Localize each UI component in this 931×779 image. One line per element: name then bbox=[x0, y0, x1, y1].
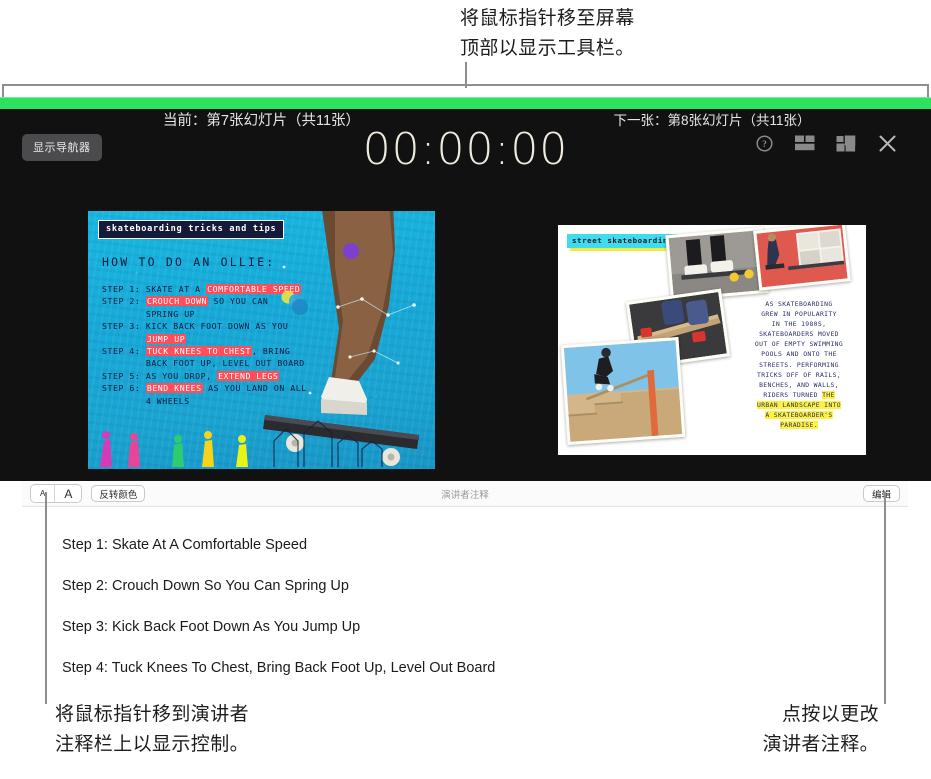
presenter-toolbar-icons: ? bbox=[754, 133, 897, 153]
current-slide-heading: HOW TO DO AN OLLIE: bbox=[102, 255, 276, 269]
presenter-notes-line: Step 3: Kick Back Foot Down As You Jump … bbox=[62, 619, 361, 635]
next-slide-body-text: AS SKATEBOARDING GREW IN POPULARITY IN THE… bbox=[740, 299, 858, 430]
presenter-notes-line: Step 1: Skate At A Comfortable Speed bbox=[62, 537, 308, 553]
next-slide-body-line: TRICKS OFF OF RAILS, bbox=[757, 370, 841, 379]
current-slide-step-line: BACK FOOT UP, LEVEL OUT BOARD bbox=[145, 358, 305, 369]
current-slide-step-line: STEP 5: AS YOU DROP, EXTEND LEGS bbox=[102, 370, 280, 381]
next-slide-body-line: STREETS. PERFORMING bbox=[759, 360, 839, 369]
next-slide-body-line: URBAN LANDSCAPE INTO bbox=[757, 400, 841, 409]
callout-bottom-left-line-1: 将鼠标指针移到演讲者 bbox=[55, 704, 250, 725]
layout-icon[interactable] bbox=[795, 133, 815, 153]
presenter-notes-title: 演讲者注释 bbox=[441, 490, 489, 501]
callout-bottom-right-leader bbox=[884, 492, 886, 704]
callout-top-bracket bbox=[2, 84, 929, 86]
next-slide-title: street skateboarding bbox=[567, 234, 678, 248]
next-slide-body-line: AS SKATEBOARDING bbox=[765, 300, 833, 308]
increase-font-size-button[interactable]: A bbox=[55, 485, 82, 502]
current-slide-step-line: JUMP UP bbox=[145, 333, 187, 344]
next-slide-body-line: PARADISE. bbox=[780, 421, 818, 430]
presenter-display-screen: 显示导航器 00:00:00 ? 当前：第7张幻灯片（共11张） 下一张：第8张… bbox=[0, 109, 931, 481]
callout-bottom-right: 点按以更改 演讲者注释。 bbox=[559, 700, 879, 760]
current-slide-step-line: STEP 3: KICK BACK FOOT DOWN AS YOU bbox=[102, 321, 289, 332]
presenter-notes-panel[interactable]: A A 反转颜色 演讲者注释 编辑 Step 1: Skate At A Com… bbox=[22, 481, 908, 675]
current-slide-title: skateboarding tricks and tips bbox=[98, 220, 285, 239]
current-slide-step-line: SPRING UP bbox=[145, 308, 196, 319]
callout-top: 将鼠标指针移至屏幕 顶部以显示工具栏。 bbox=[460, 4, 880, 64]
callout-bottom-right-line-2: 演讲者注释。 bbox=[762, 734, 879, 755]
next-slide-body-line: IN THE 1980S, bbox=[771, 320, 827, 329]
callout-bottom-right-line-1: 点按以更改 bbox=[781, 704, 879, 725]
decrease-font-size-button[interactable]: A bbox=[31, 485, 56, 502]
next-slide-body-line: SKATEBOARDERS MOVED bbox=[759, 330, 839, 339]
current-slide-step-line: STEP 1: SKATE AT A COMFORTABLE SPEED bbox=[102, 284, 302, 294]
next-slide-label: 下一张：第8张幻灯片（共11张） bbox=[613, 113, 811, 128]
green-accent-bar bbox=[0, 97, 931, 109]
next-slide-body-line: POOLS AND ONTO THE bbox=[761, 350, 837, 359]
callout-bottom-left: 将鼠标指针移到演讲者 注释栏上以显示控制。 bbox=[55, 700, 385, 760]
next-slide-body-line: RIDERS TURNED THE bbox=[763, 390, 835, 399]
next-slide-thumbnail[interactable]: street skateboarding AS SKATEBOARDING GR… bbox=[558, 225, 866, 455]
font-size-segmented-control: A A bbox=[30, 484, 83, 503]
callout-top-bracket-tick-right bbox=[927, 84, 929, 97]
edit-notes-button[interactable]: 编辑 bbox=[862, 485, 900, 502]
current-slide-thumbnail[interactable]: skateboarding tricks and tips HOW TO DO … bbox=[88, 211, 435, 469]
current-slide-step-line: 4 WHEELS bbox=[145, 395, 190, 406]
presenter-notes-text[interactable]: Step 1: Skate At A Comfortable Speed Step… bbox=[22, 507, 908, 675]
current-slide-step-line: STEP 4: TUCK KNEES TO CHEST, BRING bbox=[102, 346, 291, 357]
presenter-notes-line: Step 4: Tuck Knees To Chest, Bring Back … bbox=[62, 660, 496, 675]
next-slide-body-line: BENCHES, AND WALLS, bbox=[759, 380, 839, 389]
invert-colors-button[interactable]: 反转颜色 bbox=[91, 485, 146, 502]
current-slide-steps: STEP 1: SKATE AT A COMFORTABLE SPEED STEP… bbox=[102, 283, 352, 407]
callout-top-bracket-tick-left bbox=[2, 84, 4, 97]
close-icon[interactable] bbox=[877, 133, 897, 153]
callout-top-line-1: 将鼠标指针移至屏幕 bbox=[460, 8, 635, 29]
svg-text:?: ? bbox=[762, 140, 767, 150]
current-slide-step-line: STEP 6: BEND KNEES AS YOU LAND ON ALL bbox=[102, 383, 307, 394]
photo-skate-ramp bbox=[560, 337, 686, 445]
presenter-notes-line: Step 2: Crouch Down So You Can Spring Up bbox=[62, 578, 349, 594]
presenter-display-help-figure: 将鼠标指针移至屏幕 顶部以显示工具栏。 显示导航器 00:00:00 ? 当前：… bbox=[0, 0, 931, 779]
callout-top-line-2: 顶部以显示工具栏。 bbox=[460, 38, 635, 59]
help-icon[interactable]: ? bbox=[754, 133, 774, 153]
layout-options-icon[interactable] bbox=[836, 133, 856, 153]
next-slide-body-line: GREW IN POPULARITY bbox=[761, 310, 837, 319]
current-slide-step-line: STEP 2: CROUCH DOWN SO YOU CAN bbox=[102, 296, 269, 307]
callout-bottom-left-line-2: 注释栏上以显示控制。 bbox=[55, 734, 250, 755]
next-slide-body-line: OUT OF EMPTY SWIMMING bbox=[754, 340, 844, 349]
photo-red-room bbox=[753, 225, 851, 291]
callout-bottom-left-leader bbox=[45, 492, 47, 704]
current-slide-figures bbox=[100, 420, 383, 467]
current-slide-label: 当前：第7张幻灯片（共11张） bbox=[162, 113, 361, 129]
presenter-notes-toolbar: A A 反转颜色 演讲者注释 编辑 bbox=[22, 481, 908, 507]
next-slide-body-line: A SKATEBOARDER'S bbox=[765, 411, 833, 420]
